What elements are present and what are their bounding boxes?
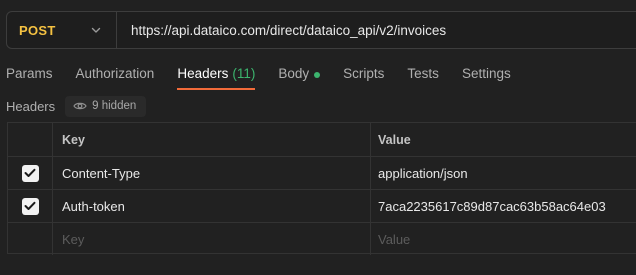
tab-label: Headers [177,66,229,81]
header-key-cell[interactable]: Content-Type [53,157,371,189]
checkbox-cell [8,223,53,255]
chevron-down-icon [90,24,102,36]
table-row: Auth-token 7aca2235617c89d87cac63b58ac64… [8,189,636,222]
tab-tests[interactable]: Tests [407,62,439,90]
header-enabled-checkbox[interactable] [21,197,39,215]
tab-headers[interactable]: Headers (11) [177,62,256,90]
tab-params[interactable]: Params [6,62,53,90]
tab-label: Settings [461,66,511,81]
hidden-count-label: 9 hidden [92,100,137,112]
new-value-input[interactable]: Value [371,223,636,255]
section-title: Headers [6,98,56,114]
tab-settings[interactable]: Settings [462,62,511,90]
header-key-cell[interactable]: Auth-token [53,190,371,222]
table-header-row: Key Value [8,123,636,156]
value-column-header: Value [378,132,411,147]
headers-count-badge: (11) [232,66,256,81]
check-icon [24,201,36,210]
headers-table: Key Value Content-Type application/json … [7,122,636,255]
request-editor: POST Params Authorization Headers (11) B… [0,0,636,275]
key-column-header: Key [53,123,371,156]
tab-authorization[interactable]: Authorization [76,62,155,90]
tab-label: Tests [407,66,439,81]
eye-icon [73,101,87,111]
tab-label: Authorization [75,66,155,81]
tab-body[interactable]: Body [278,62,321,90]
url-bar: POST [6,11,636,49]
checkbox-cell [8,190,53,222]
header-enabled-checkbox[interactable] [21,164,39,182]
checkbox-cell [8,157,53,189]
url-input[interactable] [117,12,636,48]
tab-scripts[interactable]: Scripts [343,62,384,90]
check-icon [24,168,36,177]
header-value-cell[interactable]: application/json [371,157,636,189]
new-key-input[interactable]: Key [53,223,371,255]
request-tabs: Params Authorization Headers (11) Body S… [6,62,534,90]
table-row-empty: Key Value [8,222,636,255]
tab-label: Params [6,66,53,81]
tab-label: Scripts [343,66,385,81]
method-label: POST [19,22,56,38]
tab-label: Body [278,66,310,81]
headers-subheader: Headers 9 hidden [6,95,147,117]
header-value-cell[interactable]: 7aca2235617c89d87cac63b58ac64e03 [371,190,636,222]
hidden-headers-toggle[interactable]: 9 hidden [65,95,147,117]
method-select[interactable]: POST [7,12,117,48]
checkbox-column-header [8,123,53,156]
table-row: Content-Type application/json [8,156,636,189]
body-indicator-dot [314,72,321,78]
